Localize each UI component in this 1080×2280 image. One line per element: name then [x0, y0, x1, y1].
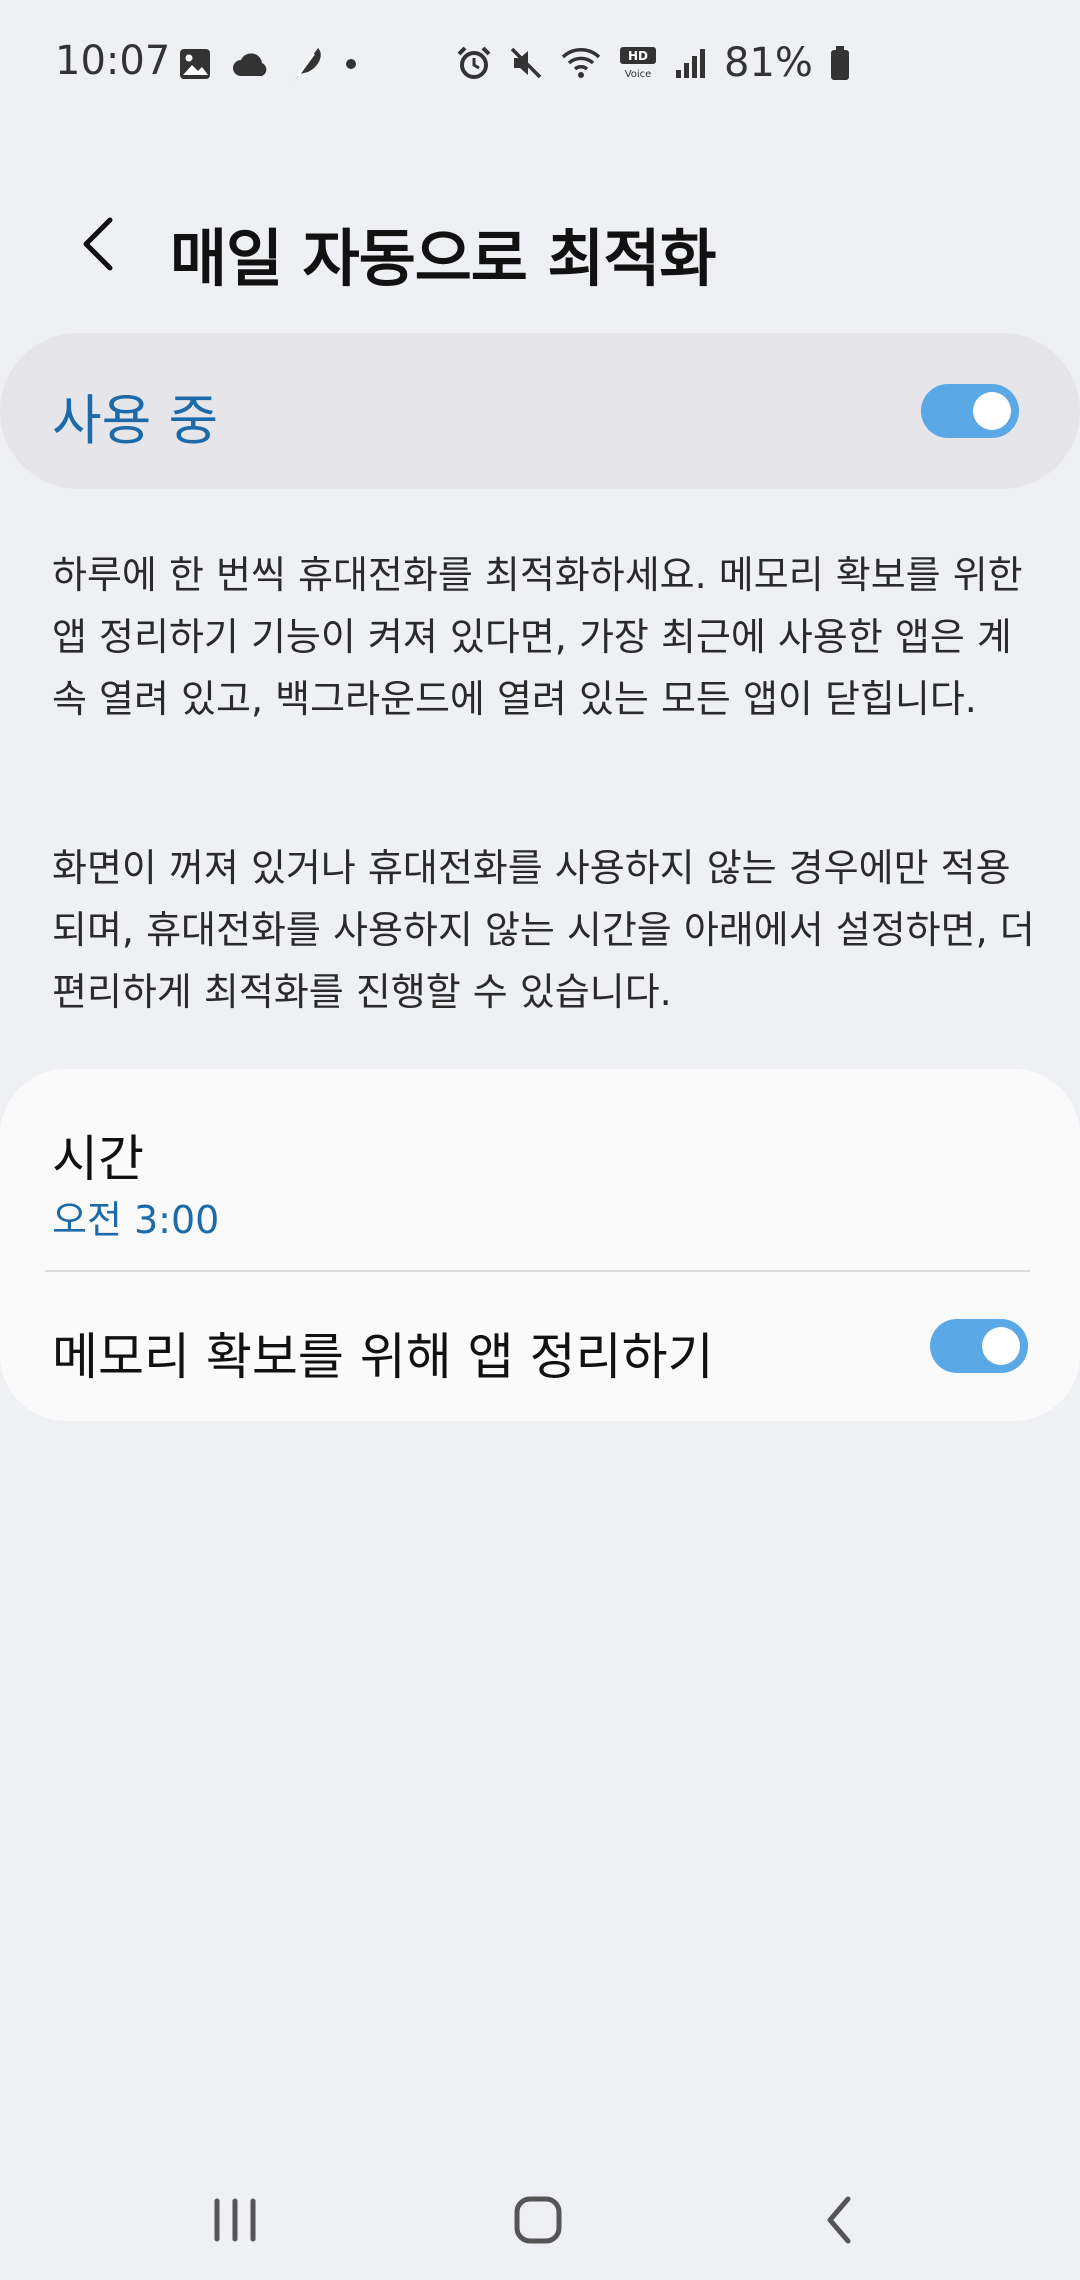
battery-percent: 81%	[724, 40, 813, 86]
page-title: 매일 자동으로 최적화	[170, 222, 717, 295]
time-setting-title: 시간	[52, 1130, 144, 1188]
toggle-knob	[982, 1327, 1020, 1365]
description-paragraph-2: 화면이 꺼져 있거나 휴대전화를 사용하지 않는 경우에만 적용되며, 휴대전화…	[52, 846, 1035, 1014]
recents-icon	[214, 2198, 256, 2242]
wifi-icon	[560, 45, 602, 81]
time-setting-value: 오전 3:00	[52, 1198, 220, 1242]
mute-icon	[508, 45, 544, 81]
svg-text:HD: HD	[628, 49, 648, 63]
memory-setting-label: 메모리 확보를 위해 앱 정리하기	[52, 1328, 714, 1386]
home-button[interactable]	[498, 2185, 578, 2255]
master-switch-bar[interactable]: 사용 중	[0, 333, 1080, 489]
alarm-icon	[456, 45, 492, 81]
signal-icon	[674, 46, 708, 80]
dot-icon	[344, 57, 358, 71]
battery-icon	[829, 45, 851, 81]
recents-button[interactable]	[195, 2185, 275, 2255]
image-icon	[178, 47, 212, 81]
navigation-bar	[0, 2150, 1080, 2280]
time-setting-row[interactable]: 시간 오전 3:00	[0, 1069, 1080, 1269]
cloud-icon	[232, 50, 270, 78]
home-icon	[514, 2196, 562, 2244]
toggle-knob	[973, 392, 1011, 430]
memory-setting-row[interactable]: 메모리 확보를 위해 앱 정리하기	[0, 1272, 1080, 1421]
app-header: 매일 자동으로 최적화	[0, 190, 1080, 300]
master-switch-label: 사용 중	[52, 389, 219, 452]
nav-back-button[interactable]	[800, 2185, 880, 2255]
status-bar: 10:07 HD Voice 81%	[0, 0, 1080, 130]
description-paragraph-1: 하루에 한 번씩 휴대전화를 최적화하세요. 메모리 확보를 위한 앱 정리하기…	[52, 553, 1023, 721]
status-notification-icons	[178, 44, 358, 84]
back-button[interactable]	[70, 212, 130, 276]
status-system-icons: HD Voice 81%	[456, 40, 851, 86]
chevron-left-icon	[83, 217, 113, 271]
svg-text:Voice: Voice	[625, 69, 652, 80]
feather-icon	[290, 44, 324, 84]
memory-toggle-switch[interactable]	[930, 1319, 1028, 1373]
settings-card: 시간 오전 3:00 메모리 확보를 위해 앱 정리하기	[0, 1069, 1080, 1421]
hd-voice-icon: HD Voice	[618, 45, 658, 81]
back-icon	[827, 2196, 851, 2244]
master-toggle-switch[interactable]	[921, 384, 1019, 438]
status-time: 10:07	[55, 38, 171, 84]
